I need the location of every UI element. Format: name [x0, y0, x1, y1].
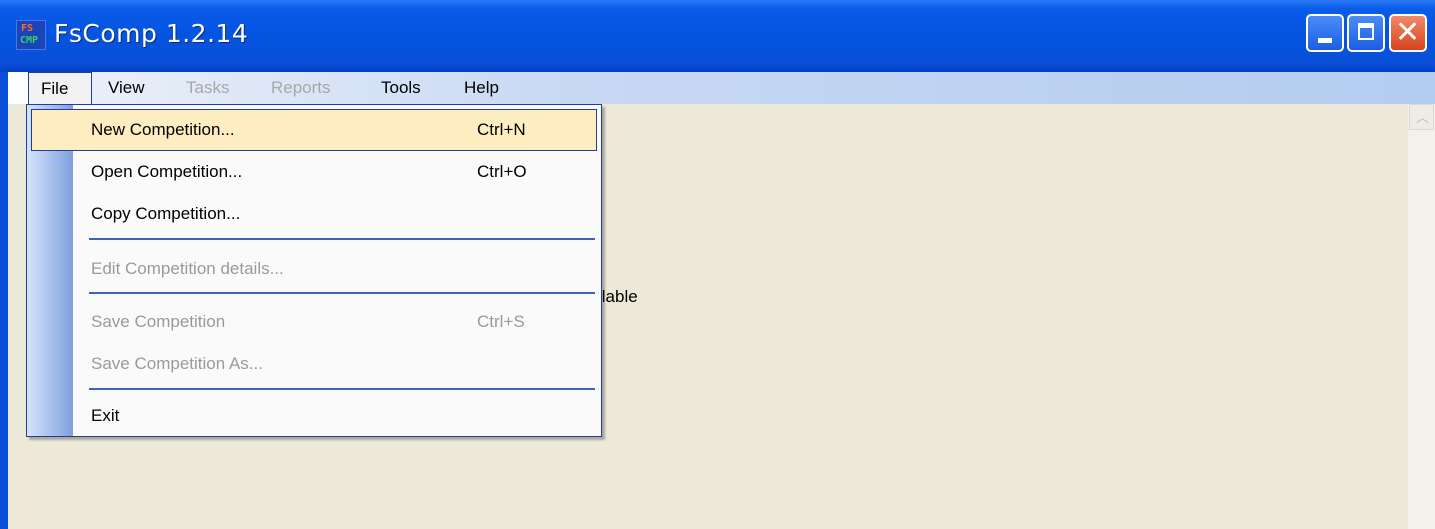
- menu-item-label: New Competition...: [91, 120, 235, 139]
- menu-bar: File View Tasks Reports Tools Help: [8, 72, 1435, 105]
- menu-separator: [89, 238, 595, 240]
- app-icon[interactable]: FS CMP: [16, 20, 46, 50]
- minimize-button[interactable]: [1306, 14, 1344, 52]
- client-area: File View Tasks Reports Tools Help ilabl…: [8, 72, 1435, 529]
- menu-item-shortcut: Ctrl+S: [477, 312, 525, 331]
- chevron-up-icon: ︿: [1416, 111, 1430, 126]
- menu-reports[interactable]: Reports: [271, 72, 331, 104]
- menu-item-label: Edit Competition details...: [91, 259, 284, 278]
- menu-item-save-competition[interactable]: Save Competition Ctrl+S: [27, 301, 601, 343]
- window-title: FsComp 1.2.14: [54, 19, 249, 48]
- minimize-icon: [1318, 38, 1332, 43]
- maximize-button[interactable]: [1347, 14, 1385, 52]
- menu-view[interactable]: View: [108, 72, 145, 104]
- close-icon: ✕: [1395, 15, 1421, 50]
- menu-item-save-competition-as[interactable]: Save Competition As...: [27, 343, 601, 385]
- menu-item-label: Exit: [91, 406, 120, 425]
- file-menu-dropdown: New Competition... Ctrl+N Open Competiti…: [26, 104, 602, 437]
- app-icon-text-top: FS: [21, 23, 34, 34]
- app-icon-text-bottom: CMP: [20, 35, 39, 46]
- menu-item-exit[interactable]: Exit: [27, 395, 601, 437]
- vertical-scrollbar[interactable]: ︿: [1408, 104, 1435, 529]
- menu-item-label: Save Competition: [91, 312, 226, 331]
- menu-item-label: Copy Competition...: [91, 204, 241, 223]
- menu-item-label: Save Competition As...: [91, 354, 263, 373]
- menu-item-shortcut: Ctrl+N: [477, 120, 526, 139]
- menu-item-copy-competition[interactable]: Copy Competition...: [27, 193, 601, 235]
- menu-separator: [89, 292, 595, 294]
- menu-item-edit-competition-details[interactable]: Edit Competition details...: [27, 248, 601, 290]
- menu-tasks[interactable]: Tasks: [186, 72, 229, 104]
- menu-item-new-competition[interactable]: New Competition... Ctrl+N: [31, 109, 597, 151]
- menu-item-shortcut: Ctrl+O: [477, 162, 527, 181]
- scroll-up-button[interactable]: ︿: [1409, 104, 1434, 130]
- menu-tools[interactable]: Tools: [381, 72, 421, 104]
- close-button[interactable]: ✕: [1389, 14, 1427, 52]
- title-bar[interactable]: FS CMP FsComp 1.2.14 ✕: [0, 0, 1435, 72]
- menu-file[interactable]: File: [28, 72, 92, 105]
- background-status-text: ilable: [598, 287, 638, 306]
- menu-separator: [89, 388, 595, 390]
- menu-help[interactable]: Help: [464, 72, 499, 104]
- menu-item-open-competition[interactable]: Open Competition... Ctrl+O: [27, 151, 601, 193]
- menu-item-label: Open Competition...: [91, 162, 243, 181]
- maximize-icon: [1358, 23, 1374, 40]
